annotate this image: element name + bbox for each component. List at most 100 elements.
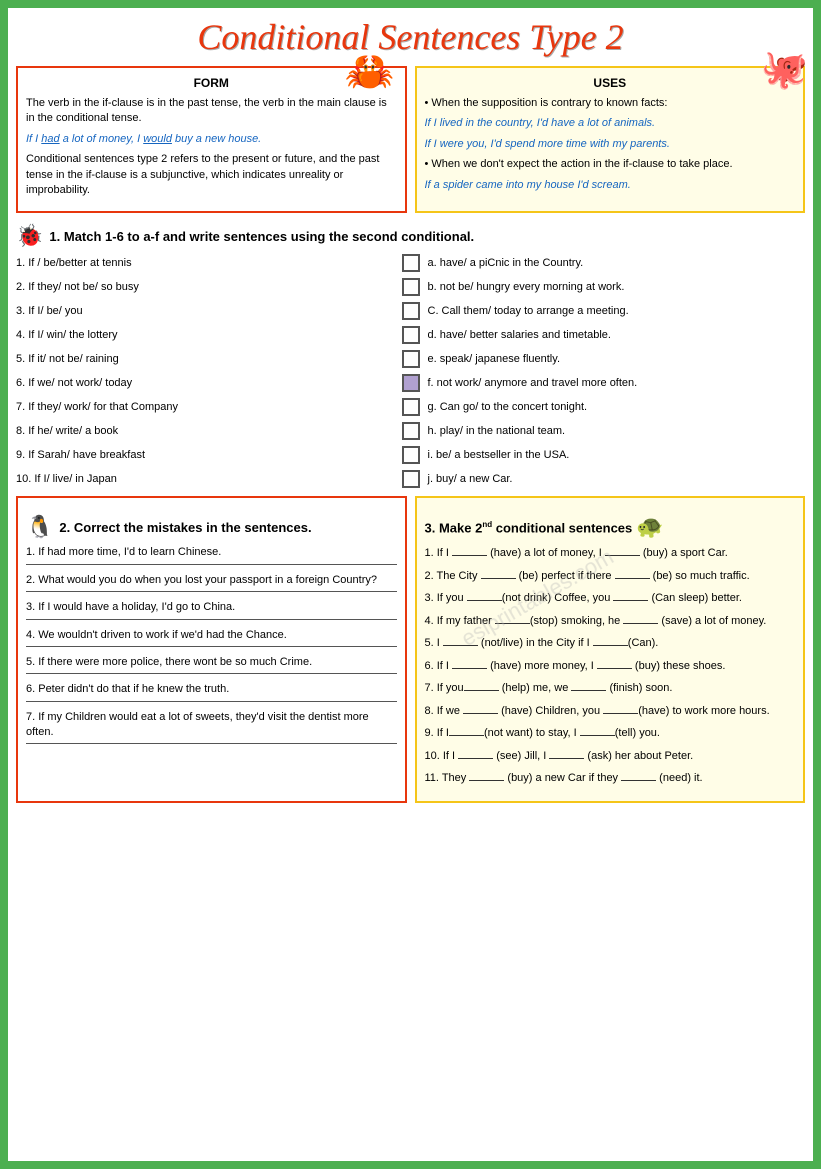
form-box: 🦀 FORM The verb in the if-clause is in t… [16, 66, 407, 213]
ex2-item-2: 2. What would you do when you lost your … [26, 573, 397, 592]
exercise3-box: 3. Make 2nd conditional sentences 🐢 1. I… [415, 496, 806, 803]
match-row-5: 5. If it/ not be/ raining e. speak/ japa… [16, 350, 805, 368]
blank-3b [613, 600, 648, 601]
ex3-item-11: 11. They (buy) a new Car if they (need) … [425, 770, 796, 787]
checkbox-5[interactable] [402, 350, 420, 368]
bottom-section: 🐧 2. Correct the mistakes in the sentenc… [16, 496, 805, 803]
ex3-item-2: 2. The City (be) perfect if there (be) s… [425, 568, 796, 585]
ex3-item-1: 1. If I (have) a lot of money, I (buy) a… [425, 545, 796, 562]
ex3-item-5: 5. I (not/live) in the City if I (Can). [425, 635, 796, 652]
match-row-7: 7. If they/ work/ for that Company g. Ca… [16, 398, 805, 416]
ex2-line-3 [26, 619, 397, 620]
ex1-area: 1. If / be/better at tennis a. have/ a p… [16, 254, 805, 488]
blank-8b [603, 713, 638, 714]
ex2-text-1: 1. If had more time, I'd to learn Chines… [26, 546, 221, 558]
ex3-item-8: 8. If we (have) Children, you (have) to … [425, 703, 796, 720]
ex3-item-9: 9. If I(not want) to stay, I (tell) you. [425, 725, 796, 742]
ex3-item-3: 3. If you (not drink) Coffee, you (Can s… [425, 590, 796, 607]
blank-1a [452, 555, 487, 556]
uses-ex1: If I lived in the country, I'd have a lo… [425, 116, 796, 131]
match-left-10: 10. If I/ live/ in Japan [16, 473, 394, 485]
ex3-item-4: 4. If my father (stop) smoking, he (save… [425, 613, 796, 630]
ex2-item-3: 3. If I would have a holiday, I'd go to … [26, 600, 397, 619]
match-row-10: 10. If I/ live/ in Japan j. buy/ a new C… [16, 470, 805, 488]
form-text1: The verb in the if-clause is in the past… [26, 96, 397, 127]
checkbox-8[interactable] [402, 422, 420, 440]
form-underline1: had [41, 133, 59, 145]
blank-4a [495, 623, 530, 624]
form-text2: Conditional sentences type 2 refers to t… [26, 152, 397, 198]
blank-11b [621, 780, 656, 781]
checkbox-9[interactable] [402, 446, 420, 464]
match-row-9: 9. If Sarah/ have breakfast i. be/ a bes… [16, 446, 805, 464]
match-left-2: 2. If they/ not be/ so busy [16, 281, 394, 293]
match-left-3: 3. If I/ be/ you [16, 305, 394, 317]
match-left-7: 7. If they/ work/ for that Company [16, 401, 394, 413]
ex2-text-5: 5. If there were more police, there wont… [26, 656, 312, 668]
checkbox-4[interactable] [402, 326, 420, 344]
ex2-item-6: 6. Peter didn't do that if he knew the t… [26, 682, 397, 701]
blank-2a [481, 578, 516, 579]
form-header: FORM [26, 76, 397, 90]
checkbox-3[interactable] [402, 302, 420, 320]
ex2-item-5: 5. If there were more police, there wont… [26, 655, 397, 674]
ex2-text-7: 7. If my Children would eat a lot of swe… [26, 711, 369, 738]
match-left-6: 6. If we/ not work/ today [16, 377, 394, 389]
page: Conditional Sentences Type 2 🦀 FORM The … [8, 8, 813, 1161]
form-example1: If I had a lot of money, I would buy a n… [26, 132, 397, 147]
ex2-line-5 [26, 673, 397, 674]
match-row-8: 8. If he/ write/ a book h. play/ in the … [16, 422, 805, 440]
exercise2-box: 🐧 2. Correct the mistakes in the sentenc… [16, 496, 407, 803]
ex2-line-6 [26, 701, 397, 702]
match-right-h: h. play/ in the national team. [428, 425, 806, 437]
ex2-header: 🐧 2. Correct the mistakes in the sentenc… [26, 514, 397, 540]
blank-1b [605, 555, 640, 556]
ex2-item-7: 7. If my Children would eat a lot of swe… [26, 710, 397, 745]
uses-ex2: If I were you, I'd spend more time with … [425, 137, 796, 152]
ex2-item-4: 4. We wouldn't driven to work if we'd ha… [26, 628, 397, 647]
ex3-item-10: 10. If I (see) Jill, I (ask) her about P… [425, 748, 796, 765]
uses-header: USES [425, 76, 796, 90]
match-right-e: e. speak/ japanese fluently. [428, 353, 806, 365]
checkbox-2[interactable] [402, 278, 420, 296]
uses-bullet2: • When we don't expect the action in the… [425, 157, 796, 172]
checkbox-10[interactable] [402, 470, 420, 488]
blank-11a [469, 780, 504, 781]
match-left-9: 9. If Sarah/ have breakfast [16, 449, 394, 461]
ex2-line-7 [26, 743, 397, 744]
blank-6b [597, 668, 632, 669]
blank-7a [464, 690, 499, 691]
ex1-header: 🐞 1. Match 1-6 to a-f and write sentence… [16, 223, 805, 249]
blank-6a [452, 668, 487, 669]
blank-4b [623, 623, 658, 624]
ex1-title: 1. Match 1-6 to a-f and write sentences … [49, 229, 474, 244]
octopus-icon: 🐙 [761, 48, 808, 92]
match-row-1: 1. If / be/better at tennis a. have/ a p… [16, 254, 805, 272]
checkbox-7[interactable] [402, 398, 420, 416]
match-row-3: 3. If I/ be/ you C. Call them/ today to … [16, 302, 805, 320]
ex3-title: 3. Make 2nd conditional sentences [425, 520, 633, 535]
ex3-item-6: 6. If I (have) more money, I (buy) these… [425, 658, 796, 675]
ladybug-icon: 🐞 [16, 223, 43, 249]
uses-ex3: If a spider came into my house I'd screa… [425, 178, 796, 193]
blank-8a [463, 713, 498, 714]
ex2-text-2: 2. What would you do when you lost your … [26, 574, 377, 586]
ex3-header: 3. Make 2nd conditional sentences 🐢 [425, 514, 796, 540]
ex2-item-1: 1. If had more time, I'd to learn Chines… [26, 545, 397, 564]
match-right-a: a. have/ a piCnic in the Country. [428, 257, 806, 269]
crab-icon: 🦀 [345, 48, 395, 95]
ex2-line-2 [26, 591, 397, 592]
turtle-icon: 🐢 [636, 514, 663, 540]
uses-bullet1: • When the supposition is contrary to kn… [425, 96, 796, 111]
form-underline2: would [143, 133, 172, 145]
match-left-4: 4. If I/ win/ the lottery [16, 329, 394, 341]
match-row-2: 2. If they/ not be/ so busy b. not be/ h… [16, 278, 805, 296]
match-right-j: j. buy/ a new Car. [428, 473, 806, 485]
ex2-line-4 [26, 646, 397, 647]
blank-10a [458, 758, 493, 759]
checkbox-1[interactable] [402, 254, 420, 272]
checkbox-6[interactable] [402, 374, 420, 392]
blank-2b [615, 578, 650, 579]
top-section: 🦀 FORM The verb in the if-clause is in t… [16, 66, 805, 213]
superscript-nd: nd [482, 520, 492, 529]
